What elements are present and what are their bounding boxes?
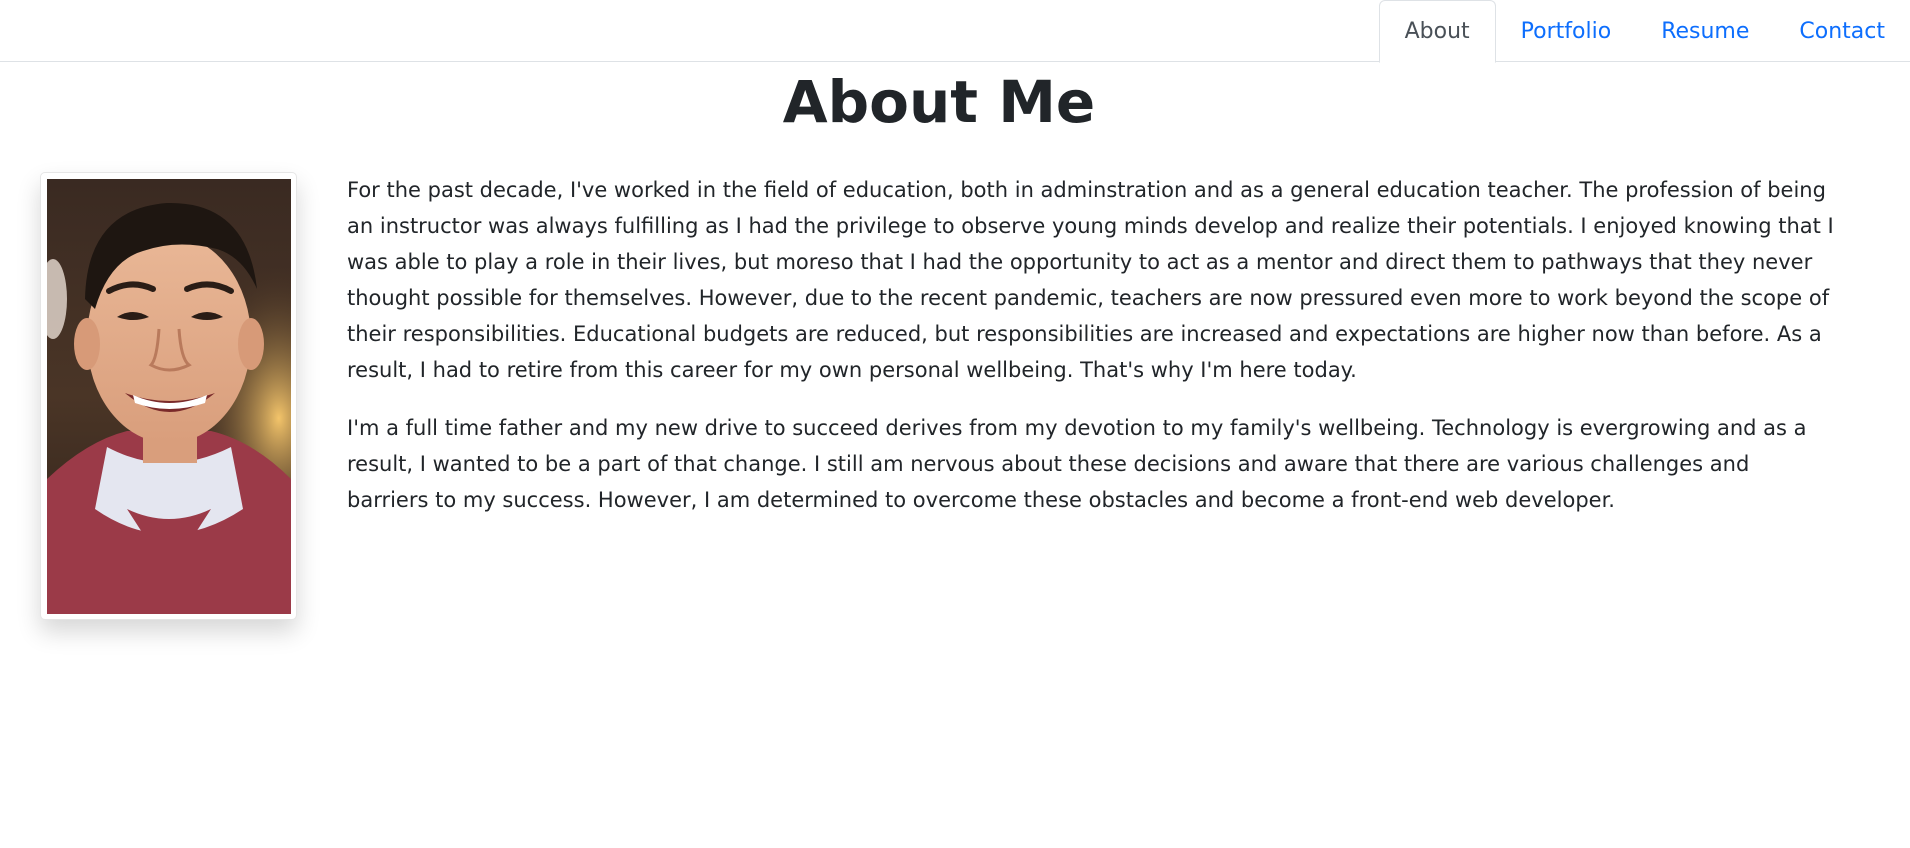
tab-about[interactable]: About: [1378, 0, 1496, 63]
tab-contact[interactable]: Contact: [1774, 0, 1910, 62]
tab-portfolio[interactable]: Portfolio: [1496, 0, 1637, 62]
profile-photo-frame: [40, 172, 297, 620]
page-title: About Me: [782, 68, 1096, 136]
profile-photo: [47, 179, 291, 614]
bio-section: For the past decade, I've worked in the …: [347, 172, 1835, 540]
bio-paragraph: I'm a full time father and my new drive …: [347, 416, 1807, 512]
tab-resume[interactable]: Resume: [1636, 0, 1774, 62]
bio-paragraph: For the past decade, I've worked in the …: [347, 178, 1834, 382]
top-navbar: About Portfolio Resume Contact: [0, 0, 1910, 63]
nav-tabs: About Portfolio Resume Contact: [1378, 0, 1910, 63]
